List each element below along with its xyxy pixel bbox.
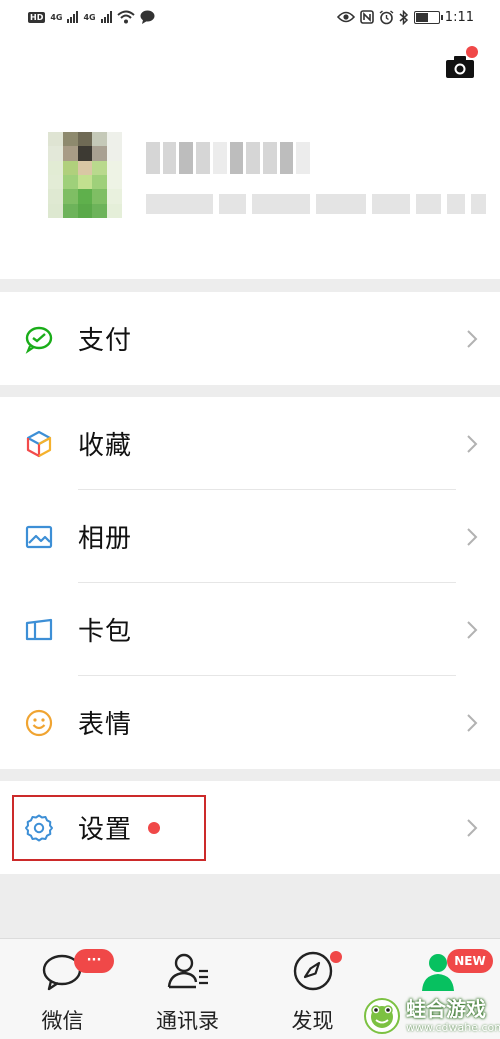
smiley-icon <box>24 708 54 738</box>
contacts-icon <box>167 953 208 989</box>
cube-icon <box>24 429 54 459</box>
menu-label-album: 相册 <box>78 524 133 554</box>
camera-notification-dot <box>466 46 478 58</box>
network-type-1: 4G <box>50 12 63 22</box>
tab-label-discover: 发现 <box>291 1009 334 1033</box>
wechat-id-obscured <box>146 194 486 214</box>
menu-item-pay[interactable]: 支付 <box>0 292 500 385</box>
discover-notification-dot <box>330 951 342 963</box>
watermark: 蛙合游戏 www.cdwahe.com <box>364 993 500 1039</box>
chevron-right-icon <box>467 620 478 639</box>
menu-label-cards: 卡包 <box>78 617 133 647</box>
tab-discover[interactable]: 发现 <box>250 939 375 1039</box>
settings-highlight-box <box>12 795 206 861</box>
battery-level <box>415 12 428 22</box>
menu-label-favorites: 收藏 <box>78 431 133 461</box>
status-bar: HD 4G 4G 1:11 <box>0 0 500 34</box>
me-new-badge: NEW <box>447 949 493 973</box>
chevron-right-icon <box>467 818 478 837</box>
settings-group: 设置 <box>0 781 500 874</box>
tab-contacts[interactable]: 通讯录 <box>125 939 250 1039</box>
eye-icon <box>336 11 355 23</box>
menu-item-stickers[interactable]: 表情 <box>0 676 500 769</box>
wechat-pay-icon <box>24 324 54 354</box>
menu-item-settings[interactable]: 设置 <box>0 781 500 874</box>
compass-icon <box>293 951 332 991</box>
hd-indicator: HD <box>28 11 46 23</box>
status-right: 1:11 <box>336 9 474 25</box>
chats-unread-badge: ··· <box>74 949 114 973</box>
watermark-url: www.cdwahe.com <box>406 1021 500 1034</box>
main-group: 收藏 相册 卡包 表情 <box>0 397 500 769</box>
message-icon <box>140 10 155 24</box>
nfc-icon <box>359 10 374 24</box>
nickname-obscured <box>146 142 311 174</box>
profile-header[interactable] <box>0 34 500 279</box>
avatar[interactable] <box>48 132 122 218</box>
menu-item-favorites[interactable]: 收藏 <box>0 397 500 490</box>
chevron-right-icon <box>467 434 478 453</box>
watermark-name: 蛙合游戏 <box>406 997 486 1021</box>
wallet-card-icon <box>24 615 54 645</box>
menu-label-stickers: 表情 <box>78 710 133 740</box>
alarm-icon <box>379 9 394 24</box>
chevron-right-icon <box>467 329 478 348</box>
chevron-right-icon <box>467 527 478 546</box>
signal-icon <box>67 11 79 23</box>
menu-item-cards[interactable]: 卡包 <box>0 583 500 676</box>
status-time: 1:11 <box>444 9 474 25</box>
menu-label-pay: 支付 <box>78 326 133 356</box>
tab-label-chats: 微信 <box>41 1009 84 1033</box>
tab-label-contacts: 通讯录 <box>156 1009 219 1033</box>
battery-icon <box>413 10 443 24</box>
frog-logo-icon <box>364 998 400 1034</box>
bluetooth-icon <box>399 9 408 25</box>
network-type-2: 4G <box>83 12 96 22</box>
status-left: HD 4G 4G <box>28 10 155 24</box>
chevron-right-icon <box>467 713 478 732</box>
watermark-text: 蛙合游戏 www.cdwahe.com <box>406 999 500 1033</box>
wifi-icon <box>116 10 135 24</box>
menu-item-album[interactable]: 相册 <box>0 490 500 583</box>
signal-icon <box>100 11 112 23</box>
picture-icon <box>24 522 54 552</box>
tab-chats[interactable]: ··· 微信 <box>0 939 125 1039</box>
camera-icon[interactable] <box>446 56 474 78</box>
pay-group: 支付 <box>0 292 500 385</box>
